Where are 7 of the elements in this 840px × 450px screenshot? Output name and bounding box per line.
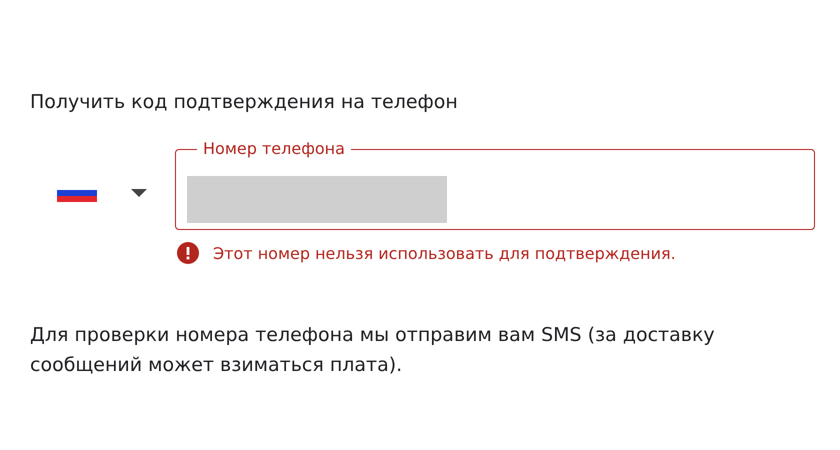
error-icon	[177, 242, 199, 264]
phone-field[interactable]: Номер телефона	[175, 140, 815, 230]
field-label: Номер телефона	[202, 140, 346, 158]
heading: Получить код подтверждения на телефон	[30, 90, 459, 115]
caret-icon	[131, 189, 147, 197]
note-text: Для проверки номера телефона мы отправим вам SMS (за доставку сообщений может взиматься плата).	[30, 323, 716, 378]
error-message: Этот номер нельзя использовать для подтверждения.	[213, 244, 676, 262]
